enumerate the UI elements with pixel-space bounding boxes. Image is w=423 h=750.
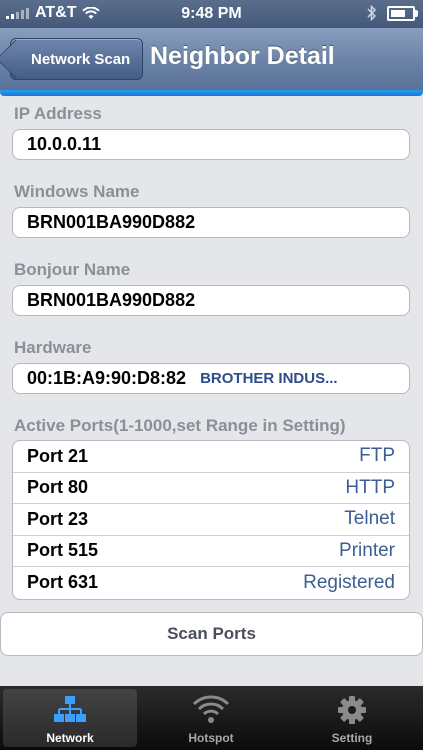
ip-address-label: IP Address <box>14 104 102 123</box>
port-service: Printer <box>339 539 395 561</box>
windows-name-label: Windows Name <box>14 182 140 201</box>
bonjour-name-value: BRN001BA990D882 <box>27 290 196 310</box>
port-service: FTP <box>359 445 395 467</box>
port-row: Port 515 Printer <box>13 536 409 567</box>
back-button-label: Network Scan <box>31 50 131 68</box>
navigation-bar: Network Scan Neighbor Detail <box>0 28 423 91</box>
port-number: Port 515 <box>27 540 99 561</box>
tab-setting-label: Setting <box>331 731 373 745</box>
wifi-icon <box>193 695 229 723</box>
hardware-field: 00:1B:A9:90:D8:82 BROTHER INDUS... <box>12 363 410 394</box>
ip-address-field: 10.0.0.11 <box>12 129 410 160</box>
port-number: Port 80 <box>27 477 89 498</box>
status-bar: AT&T 9:48 PM <box>0 0 423 28</box>
bonjour-name-label: Bonjour Name <box>14 260 131 279</box>
port-number: Port 21 <box>27 445 89 466</box>
tab-network[interactable]: Network <box>3 689 137 747</box>
status-time: 9:48 PM <box>181 5 242 22</box>
ip-address-value: 10.0.0.11 <box>27 134 102 154</box>
ports-list: Port 21 FTP Port 80 HTTP Port 23 Telnet Por… <box>12 440 410 600</box>
windows-name-field: BRN001BA990D882 <box>12 207 410 238</box>
tab-bar: Network Hotspot Setting <box>0 686 423 750</box>
mac-address-value: 00:1B:A9:90:D8:82 <box>27 368 187 388</box>
tab-hotspot-label: Hotspot <box>188 731 234 745</box>
port-service: HTTP <box>345 476 395 498</box>
network-icon <box>54 696 86 722</box>
scan-ports-button[interactable]: Scan Ports <box>0 612 423 656</box>
port-row: Port 631 Registered <box>13 567 409 599</box>
port-row: Port 23 Telnet <box>13 504 409 536</box>
bluetooth-icon <box>367 5 377 21</box>
bonjour-name-field: BRN001BA990D882 <box>12 285 410 316</box>
page-title: Neighbor Detail <box>150 42 335 70</box>
status-right <box>367 5 418 21</box>
tab-hotspot[interactable]: Hotspot <box>144 689 278 747</box>
port-number: Port 23 <box>27 508 89 529</box>
port-row: Port 80 HTTP <box>13 473 409 504</box>
back-button[interactable]: Network Scan <box>10 38 144 80</box>
active-ports-label: Active Ports(1-1000,set Range in Setting… <box>14 416 346 435</box>
gear-icon <box>338 696 366 724</box>
tab-network-label: Network <box>46 731 94 745</box>
port-service: Telnet <box>344 508 395 530</box>
windows-name-value: BRN001BA990D882 <box>27 212 196 232</box>
tab-setting[interactable]: Setting <box>285 689 419 747</box>
vendor-value: BROTHER INDUS... <box>200 370 338 387</box>
battery-icon <box>387 5 418 21</box>
port-row: Port 21 FTP <box>13 441 409 473</box>
hardware-label: Hardware <box>14 338 92 357</box>
port-number: Port 631 <box>27 572 99 593</box>
port-service: Registered <box>303 571 395 593</box>
